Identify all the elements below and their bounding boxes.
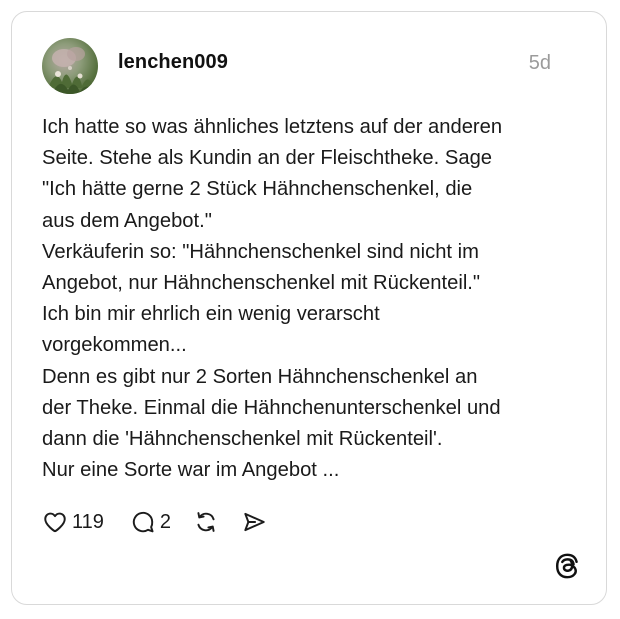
like-count: 119 xyxy=(72,510,104,533)
post-line: Denn es gibt nur 2 Sorten Hähnchenschenk… xyxy=(42,365,478,388)
share-button[interactable] xyxy=(241,509,267,535)
repost-icon xyxy=(197,512,215,532)
threads-logo-icon xyxy=(553,552,581,580)
username[interactable]: lenchen009 xyxy=(118,51,228,74)
like-button[interactable]: 119 xyxy=(42,509,104,535)
post-line: dann die 'Hähnchenschenkel mit Rückentei… xyxy=(42,428,443,451)
avatar-image xyxy=(48,47,98,94)
post-line: der Theke. Einmal die Hähnchenunterschen… xyxy=(42,396,501,419)
post-line: Ich bin mir ehrlich ein wenig verarscht xyxy=(42,303,380,326)
repost-button[interactable] xyxy=(193,509,219,535)
post-line: Ich hatte so was ähnliches letztens auf … xyxy=(42,116,503,138)
post-line: Angebot, nur Hähnchenschenkel mit Rücken… xyxy=(42,272,481,295)
post-actions: 119 2 xyxy=(42,507,267,537)
reply-count: 2 xyxy=(159,510,172,533)
post-line: vorgekommen... xyxy=(42,334,187,357)
post-timestamp: 5d xyxy=(528,52,551,74)
post-body: Ich hatte so was ähnliches letztens auf … xyxy=(42,112,582,486)
avatar[interactable] xyxy=(42,38,98,94)
send-icon xyxy=(244,512,265,532)
post-line: "Ich hätte gerne 2 Stück Hähnchenschenke… xyxy=(42,178,473,201)
heart-icon xyxy=(44,512,66,533)
post-line: Nur eine Sorte war im Angebot ... xyxy=(42,459,340,482)
speech-bubble-icon xyxy=(132,511,154,533)
post-card: lenchen009 5d Ich hatte so was ähnliches… xyxy=(11,11,607,605)
post-line: aus dem Angebot." xyxy=(42,209,212,232)
post-line: Verkäuferin so: "Hähnchenschenkel sind n… xyxy=(42,240,479,263)
post-line: Seite. Stehe als Kundin an der Fleischth… xyxy=(42,147,493,170)
reply-button[interactable]: 2 xyxy=(130,509,171,535)
